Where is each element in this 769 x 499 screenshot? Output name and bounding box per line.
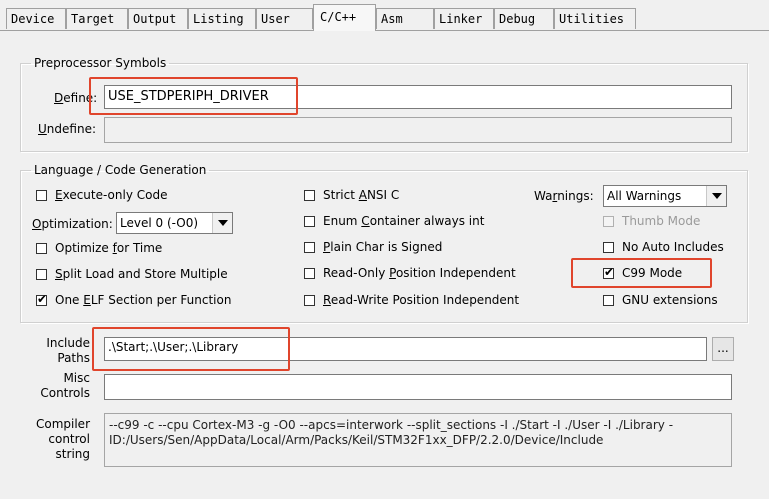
- include-paths-browse-button[interactable]: ...: [712, 337, 734, 361]
- tab-output[interactable]: Output: [128, 8, 188, 29]
- tab-listing[interactable]: Listing: [188, 8, 256, 29]
- gnu-extensions-box[interactable]: [603, 295, 614, 306]
- undefine-label: Undefine:: [38, 122, 96, 136]
- enum-container-checkbox[interactable]: Enum Container always int: [304, 214, 484, 232]
- include-paths-input[interactable]: .\Start;.\User;.\Library: [104, 337, 707, 361]
- warnings-select[interactable]: All Warnings: [603, 185, 727, 207]
- preprocessor-legend: Preprocessor Symbols: [34, 56, 167, 70]
- one-elf-checkbox[interactable]: ✔ One ELF Section per Function: [36, 293, 231, 311]
- strict-ansi-box[interactable]: [304, 190, 315, 201]
- tab-asm[interactable]: Asm: [376, 8, 434, 29]
- optimization-value: Level 0 (-O0): [120, 216, 199, 230]
- tab-user[interactable]: User: [256, 8, 313, 29]
- tab-target[interactable]: Target: [66, 8, 128, 29]
- misc-controls-input[interactable]: [104, 374, 732, 400]
- c99-mode-checkbox[interactable]: ✔ C99 Mode: [603, 266, 682, 284]
- optimize-time-box[interactable]: [36, 243, 47, 254]
- language-legend: Language / Code Generation: [34, 163, 207, 177]
- tab-device[interactable]: Device: [6, 8, 66, 29]
- chevron-down-icon[interactable]: [212, 213, 232, 233]
- no-auto-includes-checkbox[interactable]: No Auto Includes: [603, 240, 724, 258]
- one-elf-box[interactable]: ✔: [36, 292, 48, 306]
- tab-debug[interactable]: Debug: [494, 8, 554, 29]
- optimize-time-checkbox[interactable]: Optimize for Time: [36, 241, 162, 259]
- define-input[interactable]: USE_STDPERIPH_DRIVER: [104, 85, 732, 109]
- split-load-box[interactable]: [36, 269, 47, 280]
- gnu-extensions-checkbox[interactable]: GNU extensions: [603, 293, 718, 311]
- optimization-select[interactable]: Level 0 (-O0): [116, 212, 233, 234]
- compiler-control-label: Compiler control string: [35, 417, 90, 461]
- strict-ansi-checkbox[interactable]: Strict ANSI C: [304, 188, 399, 206]
- ro-pi-checkbox[interactable]: Read-Only Position Independent: [304, 266, 516, 284]
- tab-linker[interactable]: Linker: [434, 8, 494, 29]
- define-label: Define:: [54, 91, 98, 105]
- rw-pi-checkbox[interactable]: Read-Write Position Independent: [304, 293, 519, 311]
- warnings-value: All Warnings: [607, 189, 682, 203]
- undefine-input[interactable]: [104, 117, 732, 143]
- c99-mode-box[interactable]: ✔: [603, 265, 615, 279]
- chevron-down-icon[interactable]: [706, 186, 726, 206]
- warnings-label: Warnings:: [534, 189, 594, 203]
- tab-utilities[interactable]: Utilities: [554, 8, 636, 29]
- plain-char-checkbox[interactable]: Plain Char is Signed: [304, 240, 442, 258]
- tab-c-cpp[interactable]: C/C++: [313, 4, 376, 31]
- plain-char-box[interactable]: [304, 242, 315, 253]
- enum-container-box[interactable]: [304, 216, 315, 227]
- no-auto-includes-box[interactable]: [603, 242, 614, 253]
- split-load-checkbox[interactable]: Split Load and Store Multiple: [36, 267, 228, 285]
- misc-controls-label: Misc Controls: [40, 371, 90, 400]
- tab-bar: Device Target Output Listing User C/C++ …: [0, 0, 769, 31]
- execute-only-box[interactable]: [36, 190, 47, 201]
- checkmark-icon: ✔: [604, 265, 615, 279]
- ro-pi-box[interactable]: [304, 268, 315, 279]
- compiler-control-string: --c99 -c --cpu Cortex-M3 -g -O0 --apcs=i…: [104, 413, 732, 467]
- thumb-mode-checkbox[interactable]: Thumb Mode: [603, 214, 700, 232]
- optimization-label: Optimization:: [32, 217, 113, 231]
- include-paths-label: Include Paths: [46, 336, 90, 365]
- execute-only-checkbox[interactable]: Execute-only Code: [36, 188, 167, 206]
- rw-pi-box[interactable]: [304, 295, 315, 306]
- checkmark-icon: ✔: [37, 292, 48, 306]
- thumb-mode-box[interactable]: [603, 216, 614, 227]
